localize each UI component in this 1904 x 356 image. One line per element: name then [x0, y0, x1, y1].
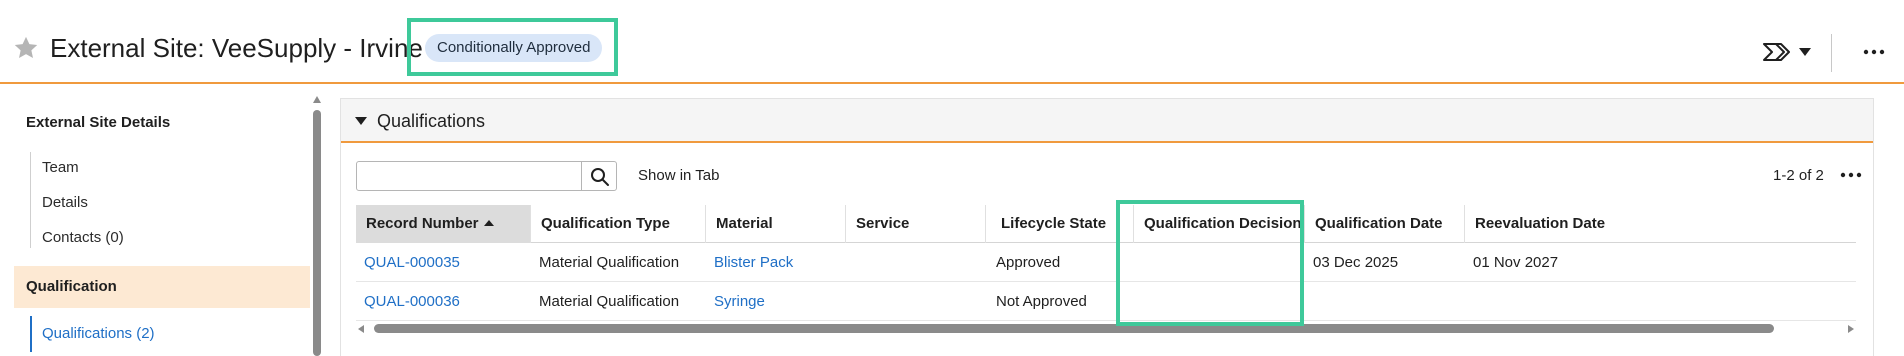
service-cell [846, 283, 854, 321]
column-header-reevaluation-date[interactable]: Reevaluation Date [1465, 205, 1615, 243]
page-title: External Site: VeeSupply - Irvine [50, 33, 423, 63]
qualification-date-cell: 03 Dec 2025 [1313, 254, 1399, 271]
sidebar-scrollbar[interactable] [312, 96, 322, 356]
sidebar-heading[interactable]: External Site Details [26, 114, 170, 131]
scroll-right-arrow-icon[interactable] [1848, 325, 1854, 333]
table-horizontal-scrollbar[interactable] [356, 323, 1856, 335]
sidebar-group-qualification[interactable]: Qualification [14, 266, 310, 308]
status-badge: Conditionally Approved [425, 34, 603, 62]
table-row: QUAL-000036 Material Qualification Syrin… [356, 283, 1856, 321]
table-header-row: Record Number Qualification Type Materia… [356, 205, 1856, 243]
sidebar-active-indicator [30, 316, 32, 352]
pagination-count: 1-2 of 2 [1773, 167, 1824, 184]
scroll-up-arrow-icon[interactable] [313, 96, 321, 103]
qualification-type-cell: Material Qualification [539, 254, 680, 271]
reevaluation-date-cell [1465, 283, 1473, 321]
more-actions-icon[interactable] [1839, 165, 1863, 185]
lifecycle-state-cell: Approved [996, 254, 1061, 271]
service-cell [846, 244, 854, 282]
sidebar-group-label: Qualification [26, 278, 117, 295]
reevaluation-date-cell: 01 Nov 2027 [1473, 254, 1559, 271]
search-input[interactable] [356, 161, 582, 191]
workflow-icon[interactable] [1762, 40, 1794, 64]
column-header-service[interactable]: Service [846, 205, 986, 243]
lifecycle-state-cell: Not Approved [996, 293, 1087, 310]
record-number-link[interactable]: QUAL-000036 [356, 283, 460, 321]
sidebar-item-details[interactable]: Details [42, 194, 88, 211]
more-icon[interactable] [1862, 40, 1886, 64]
search-icon [591, 168, 609, 186]
material-link[interactable]: Syringe [706, 283, 765, 321]
collapse-caret-icon[interactable] [355, 117, 367, 125]
status-badge-highlight: Conditionally Approved [407, 18, 618, 76]
section-header[interactable]: Qualifications [341, 99, 1873, 143]
scrollbar-thumb[interactable] [313, 110, 321, 356]
record-number-link[interactable]: QUAL-000035 [356, 244, 460, 282]
column-header-qualification-date[interactable]: Qualification Date [1305, 205, 1465, 243]
record-header: External Site: VeeSupply - Irvine Condit… [0, 0, 1904, 84]
sidebar-item-qualifications[interactable]: Qualifications (2) [42, 325, 155, 342]
qualification-date-cell [1305, 283, 1313, 321]
header-divider [1831, 34, 1832, 72]
column-header-label: Record Number [366, 215, 479, 232]
material-link[interactable]: Blister Pack [706, 244, 793, 282]
sort-ascending-icon [483, 220, 494, 226]
lifecycle-state-highlight [1116, 200, 1304, 326]
sidebar-tree-line [30, 152, 31, 248]
star-icon[interactable] [12, 34, 40, 62]
qualifications-section: Qualifications Show in Tab 1-2 of 2 Reco… [340, 98, 1874, 356]
qualification-type-cell: Material Qualification [539, 293, 680, 310]
sidebar: External Site Details Team Details Conta… [0, 86, 312, 356]
section-title: Qualifications [377, 111, 486, 131]
sidebar-item-contacts[interactable]: Contacts (0) [42, 229, 124, 246]
table-row: QUAL-000035 Material Qualification Blist… [356, 244, 1856, 282]
scrollbar-thumb[interactable] [374, 324, 1774, 333]
scroll-left-arrow-icon[interactable] [358, 325, 364, 333]
sidebar-item-team[interactable]: Team [42, 159, 79, 176]
column-header-record-number[interactable]: Record Number [356, 205, 531, 243]
column-header-qualification-type[interactable]: Qualification Type [531, 205, 706, 243]
column-header-lifecycle-state[interactable]: Lifecycle State [986, 205, 1134, 243]
chevron-down-icon[interactable] [1798, 46, 1812, 58]
column-header-material[interactable]: Material [706, 205, 846, 243]
show-in-tab-link[interactable]: Show in Tab [638, 167, 719, 184]
search-button[interactable] [581, 161, 617, 191]
